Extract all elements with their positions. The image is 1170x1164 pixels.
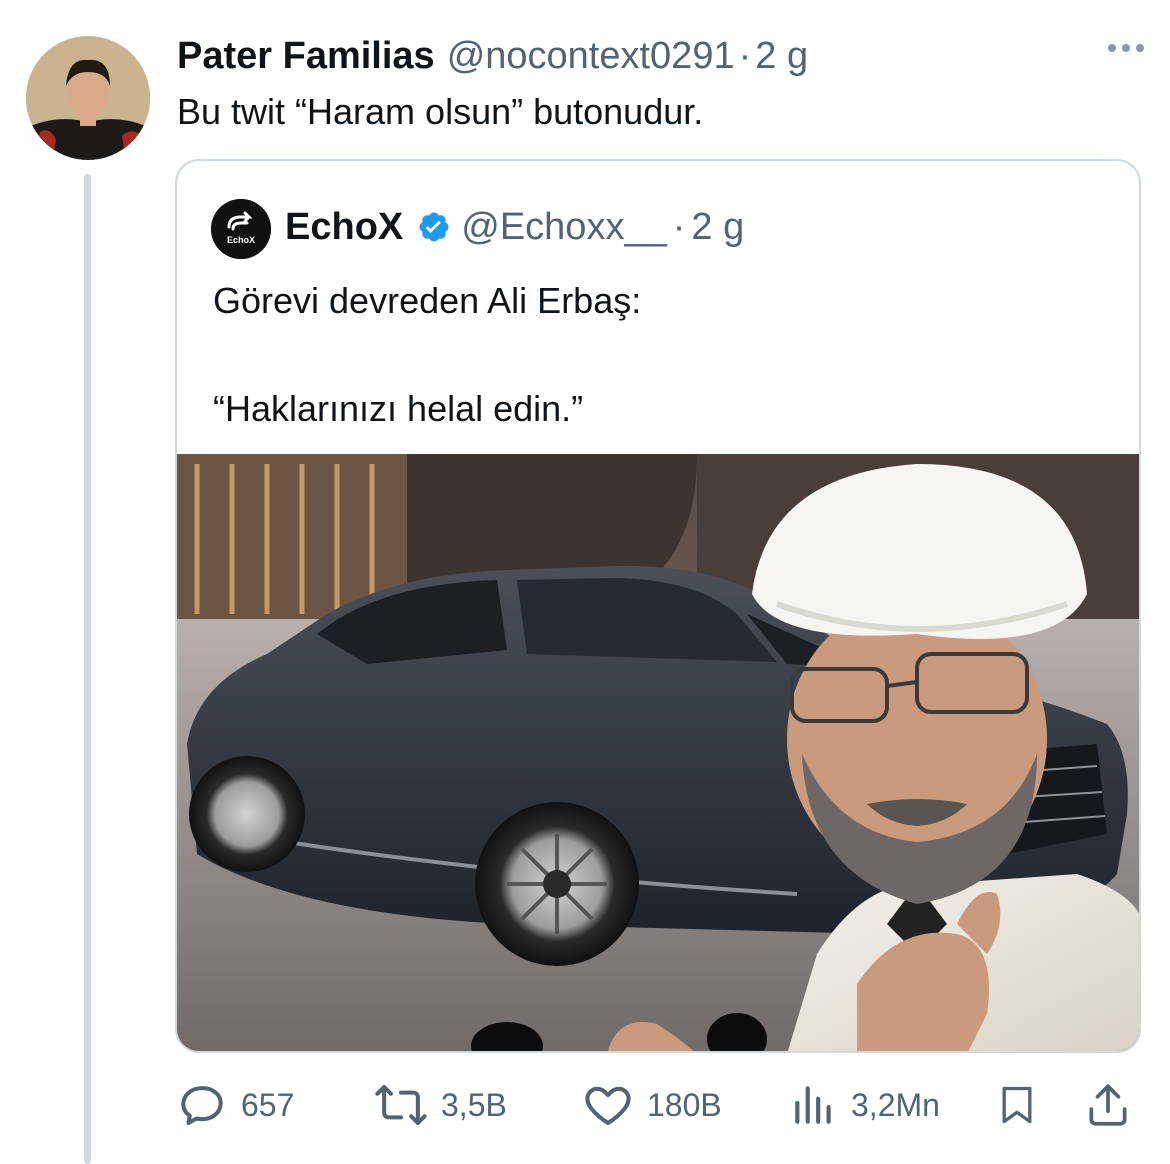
quoted-author-avatar[interactable]: EchoX	[211, 199, 271, 259]
quoted-author-handle[interactable]: @Echoxx__	[461, 205, 666, 249]
tweet-actions: 657 3,5B 180B 3,2Mn	[175, 1078, 1141, 1132]
quoted-text-line-2: “Haklarınızı helal edin.”	[213, 388, 584, 429]
tweet-text: Bu twit “Haram olsun” butonudur.	[177, 91, 704, 132]
more-options-icon[interactable]	[1108, 44, 1144, 52]
bookmark-button[interactable]	[995, 1078, 1039, 1132]
share-button[interactable]	[1083, 1078, 1133, 1132]
views-count: 3,2Mn	[851, 1086, 940, 1123]
echox-logo-icon: EchoX	[211, 199, 271, 259]
repost-button[interactable]: 3,5B	[373, 1078, 507, 1132]
quoted-timestamp[interactable]: 2 g	[691, 205, 744, 249]
thread-line	[84, 174, 91, 1164]
reply-count: 657	[241, 1086, 295, 1123]
verified-badge-icon	[417, 210, 451, 244]
reply-icon	[181, 1086, 223, 1126]
repost-icon	[375, 1084, 427, 1126]
author-name[interactable]: Pater Familias	[177, 34, 435, 78]
quoted-author-name[interactable]: EchoX	[285, 205, 403, 249]
heart-icon	[585, 1086, 631, 1126]
header-separator: ·	[738, 35, 752, 77]
quoted-header: EchoX @Echoxx__ · 2 g	[285, 205, 744, 249]
avatar-label: EchoX	[227, 235, 255, 245]
views-button[interactable]: 3,2Mn	[789, 1078, 940, 1132]
quoted-separator: ·	[672, 206, 686, 248]
reply-button[interactable]: 657	[175, 1078, 294, 1132]
quoted-media-image[interactable]	[177, 454, 1139, 1051]
tweet-header: Pater Familias @nocontext0291 · 2 g	[177, 34, 808, 78]
tweet: Pater Familias @nocontext0291 · 2 g Bu t…	[0, 0, 1170, 1164]
quoted-tweet[interactable]: EchoX EchoX @Echoxx__ · 2 g Görevi devre…	[175, 159, 1141, 1053]
repost-count: 3,5B	[441, 1086, 507, 1123]
tweet-timestamp[interactable]: 2 g	[755, 34, 808, 78]
like-count: 180B	[647, 1086, 722, 1123]
bookmark-icon	[1002, 1086, 1032, 1124]
author-handle[interactable]: @nocontext0291	[447, 34, 735, 78]
like-button[interactable]: 180B	[581, 1078, 722, 1132]
share-icon	[1089, 1084, 1127, 1126]
quoted-text-line-1: Görevi devreden Ali Erbaş:	[213, 280, 642, 321]
views-icon	[795, 1086, 831, 1124]
author-avatar[interactable]	[26, 36, 150, 160]
